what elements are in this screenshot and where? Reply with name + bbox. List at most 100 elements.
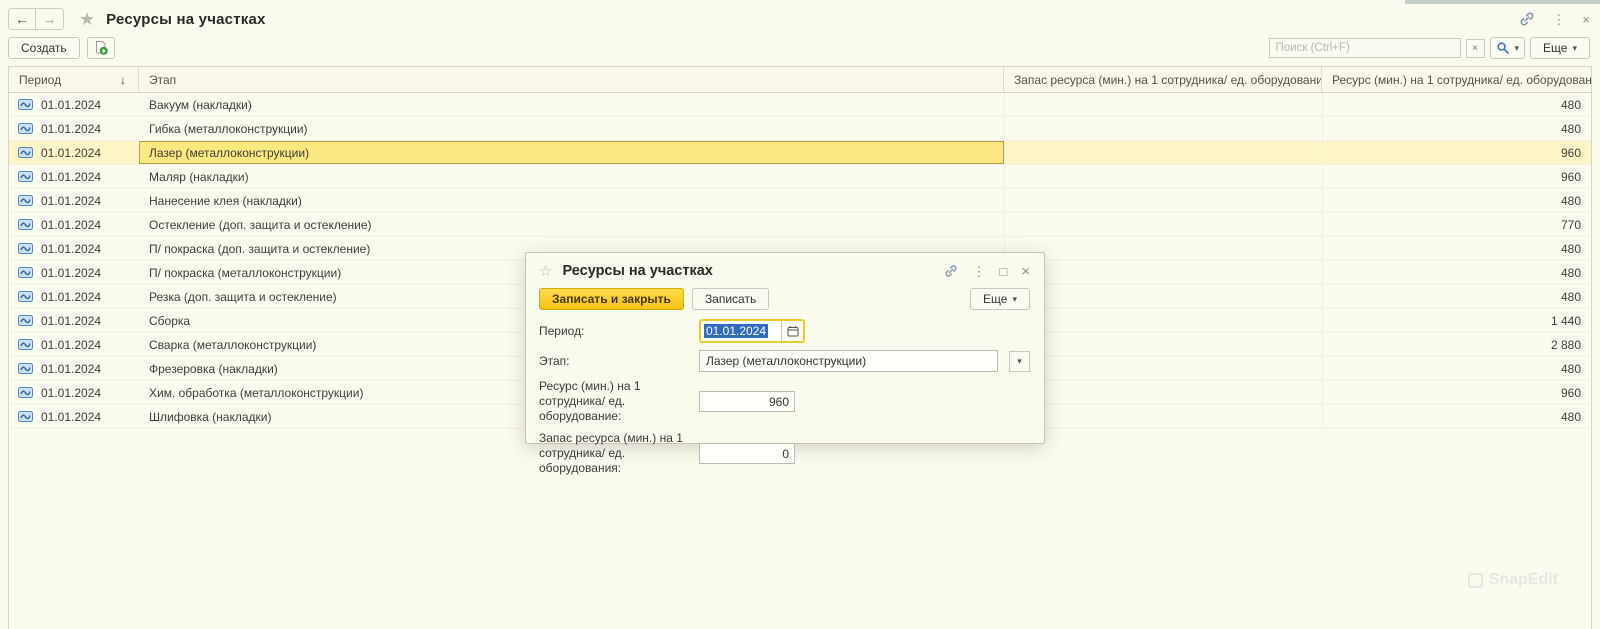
period-cell: 01.01.2024 xyxy=(9,357,139,380)
period-value: 01.01.2024 xyxy=(41,98,101,112)
period-cell: 01.01.2024 xyxy=(9,333,139,356)
resource-cell: 480 xyxy=(1322,357,1591,380)
stage-value: Гибка (металлоконструкции) xyxy=(149,122,308,136)
stage-value: Фрезеровка (накладки) xyxy=(149,362,278,376)
create-button[interactable]: Создать xyxy=(8,37,80,59)
record-icon xyxy=(18,291,33,302)
resource-value: 480 xyxy=(1561,194,1581,208)
period-cell: 01.01.2024 xyxy=(9,117,139,140)
table-row[interactable]: 01.01.2024 Гибка (металлоконструкции) 48… xyxy=(9,117,1591,141)
clear-icon: × xyxy=(1472,43,1478,54)
kebab-menu-icon[interactable]: ⋮ xyxy=(1552,13,1565,26)
period-cell: 01.01.2024 xyxy=(9,261,139,284)
back-button[interactable]: ← xyxy=(8,8,36,30)
dialog-more-label: Еще xyxy=(983,292,1007,306)
reserve-cell xyxy=(1004,405,1322,428)
forward-button[interactable]: → xyxy=(36,8,64,30)
period-value: 01.01.2024 xyxy=(41,362,101,376)
reserve-cell xyxy=(1004,333,1322,356)
stage-cell: Остекление (доп. защита и остекление) xyxy=(139,213,1004,236)
save-button[interactable]: Записать xyxy=(692,288,769,310)
table-row[interactable]: 01.01.2024 Вакуум (накладки) 480 xyxy=(9,93,1591,117)
close-icon[interactable]: × xyxy=(1582,13,1590,26)
resource-cell: 480 xyxy=(1322,93,1591,116)
resource-cell: 480 xyxy=(1322,261,1591,284)
reserve-input[interactable] xyxy=(699,443,795,464)
period-selected-text: 01.01.2024 xyxy=(704,324,768,338)
stage-value: Маляр (накладки) xyxy=(149,170,249,184)
stage-input[interactable] xyxy=(699,350,998,372)
search-clear-button[interactable]: × xyxy=(1466,39,1485,58)
period-value: 01.01.2024 xyxy=(41,410,101,424)
period-value: 01.01.2024 xyxy=(41,266,101,280)
reserve-cell xyxy=(1004,117,1322,140)
table-row[interactable]: 01.01.2024 Лазер (металлоконструкции) 96… xyxy=(9,141,1591,165)
resource-value: 480 xyxy=(1561,266,1581,280)
column-header-reserve[interactable]: Запас ресурса (мин.) на 1 сотрудника/ ед… xyxy=(1004,67,1322,92)
period-input[interactable]: 01.01.2024 xyxy=(699,319,805,343)
resource-value: 960 xyxy=(1561,146,1581,160)
record-icon xyxy=(18,363,33,374)
period-field-label: Период: xyxy=(539,324,699,339)
period-value: 01.01.2024 xyxy=(41,122,101,136)
period-value: 01.01.2024 xyxy=(41,146,101,160)
search-input[interactable] xyxy=(1269,38,1461,58)
dialog-kebab-icon[interactable]: ⋮ xyxy=(972,265,985,278)
reserve-cell xyxy=(1004,189,1322,212)
dialog-link-icon[interactable] xyxy=(944,264,958,278)
resource-cell: 480 xyxy=(1322,285,1591,308)
calendar-button[interactable] xyxy=(781,321,803,341)
dialog-more-button[interactable]: Еще ▾ xyxy=(970,288,1030,310)
table-row[interactable]: 01.01.2024 Остекление (доп. защита и ост… xyxy=(9,213,1591,237)
record-icon xyxy=(18,147,33,158)
dialog-title-bar: ☆ Ресурсы на участках ⋮ □ × xyxy=(526,253,1044,283)
reserve-field-label: Запас ресурса (мин.) на 1 сотрудника/ ед… xyxy=(539,431,699,476)
period-value: 01.01.2024 xyxy=(41,290,101,304)
reserve-cell xyxy=(1004,285,1322,308)
period-cell: 01.01.2024 xyxy=(9,141,139,164)
page-header: ← → ★ Ресурсы на участках ⋮ × xyxy=(8,6,1590,32)
save-and-close-button[interactable]: Записать и закрыть xyxy=(539,288,684,310)
more-button[interactable]: Еще ▾ xyxy=(1530,37,1590,59)
column-header-resource[interactable]: Ресурс (мин.) на 1 сотрудника/ ед. обору… xyxy=(1322,67,1591,92)
resource-cell: 960 xyxy=(1322,141,1591,164)
resource-value: 480 xyxy=(1561,122,1581,136)
record-icon xyxy=(18,339,33,350)
reserve-cell xyxy=(1004,309,1322,332)
resource-cell: 770 xyxy=(1322,213,1591,236)
period-cell: 01.01.2024 xyxy=(9,309,139,332)
resource-cell: 960 xyxy=(1322,165,1591,188)
table-row[interactable]: 01.01.2024 Нанесение клея (накладки) 480 xyxy=(9,189,1591,213)
resource-cell: 1 440 xyxy=(1322,309,1591,332)
copy-document-button[interactable] xyxy=(87,37,115,59)
favorite-star-icon[interactable]: ★ xyxy=(79,10,95,28)
stage-value: П/ покраска (металлоконструкции) xyxy=(149,266,341,280)
column-header-stage[interactable]: Этап xyxy=(139,67,1004,92)
caret-down-icon: ▾ xyxy=(1017,357,1022,366)
dialog-maximize-icon[interactable]: □ xyxy=(999,265,1007,278)
reserve-cell xyxy=(1004,381,1322,404)
column-header-period[interactable]: Период ↓ xyxy=(9,67,139,92)
nav-buttons: ← → xyxy=(8,8,64,30)
table-row[interactable]: 01.01.2024 Маляр (накладки) 960 xyxy=(9,165,1591,189)
dialog-star-icon[interactable]: ☆ xyxy=(539,264,552,279)
stage-value: П/ покраска (доп. защита и остекление) xyxy=(149,242,370,256)
stage-cell: Маляр (накладки) xyxy=(139,165,1004,188)
reserve-cell xyxy=(1004,93,1322,116)
stage-value: Сварка (металлоконструкции) xyxy=(149,338,316,352)
magnifier-icon xyxy=(1496,41,1510,55)
dialog-title: Ресурсы на участках xyxy=(562,263,712,279)
back-arrow-icon: ← xyxy=(15,11,29,27)
stage-dropdown-button[interactable]: ▾ xyxy=(1009,351,1030,372)
period-cell: 01.01.2024 xyxy=(9,189,139,212)
record-icon xyxy=(18,243,33,254)
record-icon xyxy=(18,219,33,230)
search-button[interactable]: ▾ xyxy=(1490,37,1526,59)
period-cell: 01.01.2024 xyxy=(9,285,139,308)
link-icon[interactable] xyxy=(1519,11,1535,27)
resource-input[interactable] xyxy=(699,391,795,412)
record-icon xyxy=(18,315,33,326)
stage-cell: Нанесение клея (накладки) xyxy=(139,189,1004,212)
period-cell: 01.01.2024 xyxy=(9,93,139,116)
dialog-close-icon[interactable]: × xyxy=(1021,264,1030,279)
